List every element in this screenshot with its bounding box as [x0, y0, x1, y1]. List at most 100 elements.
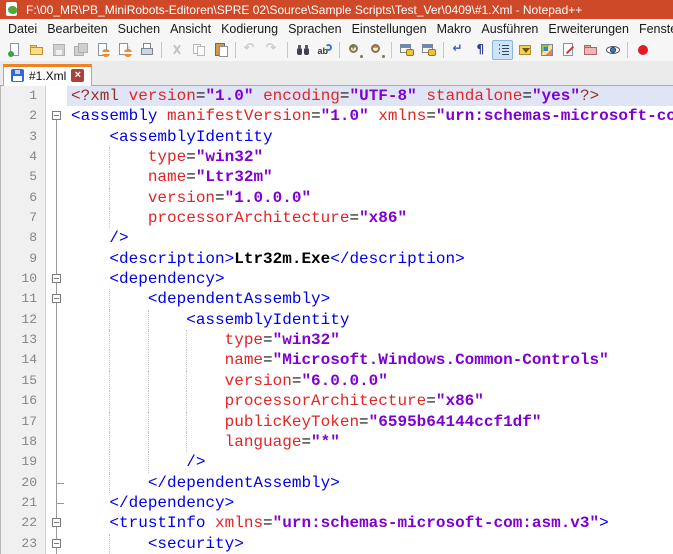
- menu-fenster[interactable]: Fenster: [634, 22, 673, 36]
- line-number: 8: [1, 228, 46, 248]
- token-plain: [71, 514, 109, 532]
- code-text[interactable]: <assemblyIdentity: [67, 127, 673, 147]
- token-plain: [119, 87, 129, 105]
- code-text[interactable]: <dependency>: [67, 269, 673, 289]
- code-text[interactable]: <description>Ltr32m.Exe</description>: [67, 249, 673, 269]
- code-text[interactable]: </dependentAssembly>: [67, 473, 673, 493]
- code-text[interactable]: processorArchitecture="x86": [67, 208, 673, 228]
- tab-close-icon[interactable]: [71, 69, 84, 82]
- close-all-button[interactable]: [114, 40, 135, 60]
- sync-horizontal-scroll-button[interactable]: [418, 40, 439, 60]
- code-text[interactable]: />: [67, 452, 673, 472]
- replace-button[interactable]: [314, 40, 335, 60]
- menu-ansicht[interactable]: Ansicht: [165, 22, 216, 36]
- token-plain: [253, 87, 263, 105]
- code-text[interactable]: name="Ltr32m": [67, 167, 673, 187]
- sync-vertical-scroll-button[interactable]: [396, 40, 417, 60]
- code-text[interactable]: <trustInfo xmlns="urn:schemas-microsoft-…: [67, 513, 673, 533]
- code-text[interactable]: <assemblyIdentity: [67, 310, 673, 330]
- code-text[interactable]: version="1.0.0.0": [67, 188, 673, 208]
- show-all-characters-button[interactable]: [470, 40, 491, 60]
- save-all-button[interactable]: [70, 40, 91, 60]
- token-eq: =: [263, 331, 273, 349]
- fold-collapse-marker[interactable]: [46, 269, 67, 289]
- menu-kodierung[interactable]: Kodierung: [216, 22, 283, 36]
- code-text[interactable]: version="6.0.0.0": [67, 371, 673, 391]
- code-text[interactable]: <assembly manifestVersion="1.0" xmlns="u…: [67, 106, 673, 126]
- token-tag: <description>: [109, 250, 234, 268]
- document-map-button[interactable]: [536, 40, 557, 60]
- fold-collapse-marker[interactable]: [46, 289, 67, 309]
- menu-makro[interactable]: Makro: [432, 22, 477, 36]
- token-eq: =: [186, 148, 196, 166]
- menu-ausführen[interactable]: Ausführen: [476, 22, 543, 36]
- titlebar[interactable]: F:\00_MR\PB_MiniRobots-Editoren\SPRE 02\…: [0, 0, 673, 19]
- line-number: 17: [1, 412, 46, 432]
- monitoring-button[interactable]: [602, 40, 623, 60]
- editor-line-15: 15 version="6.0.0.0": [1, 371, 673, 391]
- indent-guide: [109, 432, 110, 452]
- zoom-in-button[interactable]: [344, 40, 365, 60]
- fold-collapse-marker[interactable]: [46, 106, 67, 126]
- token-attr: version: [129, 87, 196, 105]
- editor-line-16: 16 processorArchitecture="x86": [1, 391, 673, 411]
- token-tag: <assemblyIdentity: [186, 311, 349, 329]
- show-indent-guide-button[interactable]: [492, 40, 513, 60]
- document-list-button[interactable]: [558, 40, 579, 60]
- save-file-button[interactable]: [48, 40, 69, 60]
- code-text[interactable]: <dependentAssembly>: [67, 289, 673, 309]
- paste-button[interactable]: [210, 40, 231, 60]
- menu-suchen[interactable]: Suchen: [113, 22, 165, 36]
- token-plain: [71, 229, 109, 247]
- code-text[interactable]: />: [67, 228, 673, 248]
- folder-as-workspace-button[interactable]: [580, 40, 601, 60]
- menu-erweiterungen[interactable]: Erweiterungen: [543, 22, 634, 36]
- fold-margin: [46, 127, 67, 147]
- word-wrap-button[interactable]: [448, 40, 469, 60]
- redo-icon: [265, 42, 281, 58]
- token-attr: name: [225, 351, 263, 369]
- code-text[interactable]: name="Microsoft.Windows.Common-Controls": [67, 350, 673, 370]
- print-button[interactable]: [136, 40, 157, 60]
- indent-guide: [109, 350, 110, 370]
- replace-icon: [317, 42, 333, 58]
- code-text[interactable]: <?xml version="1.0" encoding="UTF-8" sta…: [67, 86, 673, 106]
- find-button[interactable]: [292, 40, 313, 60]
- code-text[interactable]: publicKeyToken="6595b64144ccf1df": [67, 412, 673, 432]
- code-text[interactable]: processorArchitecture="x86": [67, 391, 673, 411]
- code-text[interactable]: <security>: [67, 534, 673, 554]
- menu-bearbeiten[interactable]: Bearbeiten: [42, 22, 112, 36]
- code-text[interactable]: type="win32": [67, 330, 673, 350]
- word-wrap-icon: [451, 42, 467, 58]
- record-macro-button[interactable]: [632, 40, 653, 60]
- copy-button[interactable]: [188, 40, 209, 60]
- code-text[interactable]: </dependency>: [67, 493, 673, 513]
- undo-button[interactable]: [240, 40, 261, 60]
- menu-datei[interactable]: Datei: [3, 22, 42, 36]
- new-file-button[interactable]: [4, 40, 25, 60]
- menu-sprachen[interactable]: Sprachen: [283, 22, 347, 36]
- fold-margin: [46, 208, 67, 228]
- open-file-button[interactable]: [26, 40, 47, 60]
- zoom-out-button[interactable]: [366, 40, 387, 60]
- line-number: 3: [1, 127, 46, 147]
- menu-einstellungen[interactable]: Einstellungen: [347, 22, 432, 36]
- line-number: 15: [1, 371, 46, 391]
- token-attr: xmlns: [215, 514, 263, 532]
- token-val: "Ltr32m": [196, 168, 273, 186]
- fold-collapse-marker[interactable]: [46, 534, 67, 554]
- code-text[interactable]: type="win32": [67, 147, 673, 167]
- cut-button[interactable]: [166, 40, 187, 60]
- tab-#1.Xml[interactable]: #1.Xml: [3, 64, 92, 86]
- code-text[interactable]: language="*": [67, 432, 673, 452]
- token-eq: =: [263, 514, 273, 532]
- indent-guide: [148, 452, 149, 472]
- redo-button[interactable]: [262, 40, 283, 60]
- token-attr: standalone: [426, 87, 522, 105]
- editor-line-8: 8 />: [1, 228, 673, 248]
- function-list-button[interactable]: [514, 40, 535, 60]
- token-plain: [71, 250, 109, 268]
- close-file-button[interactable]: [92, 40, 113, 60]
- token-attr: language: [225, 433, 302, 451]
- fold-collapse-marker[interactable]: [46, 513, 67, 533]
